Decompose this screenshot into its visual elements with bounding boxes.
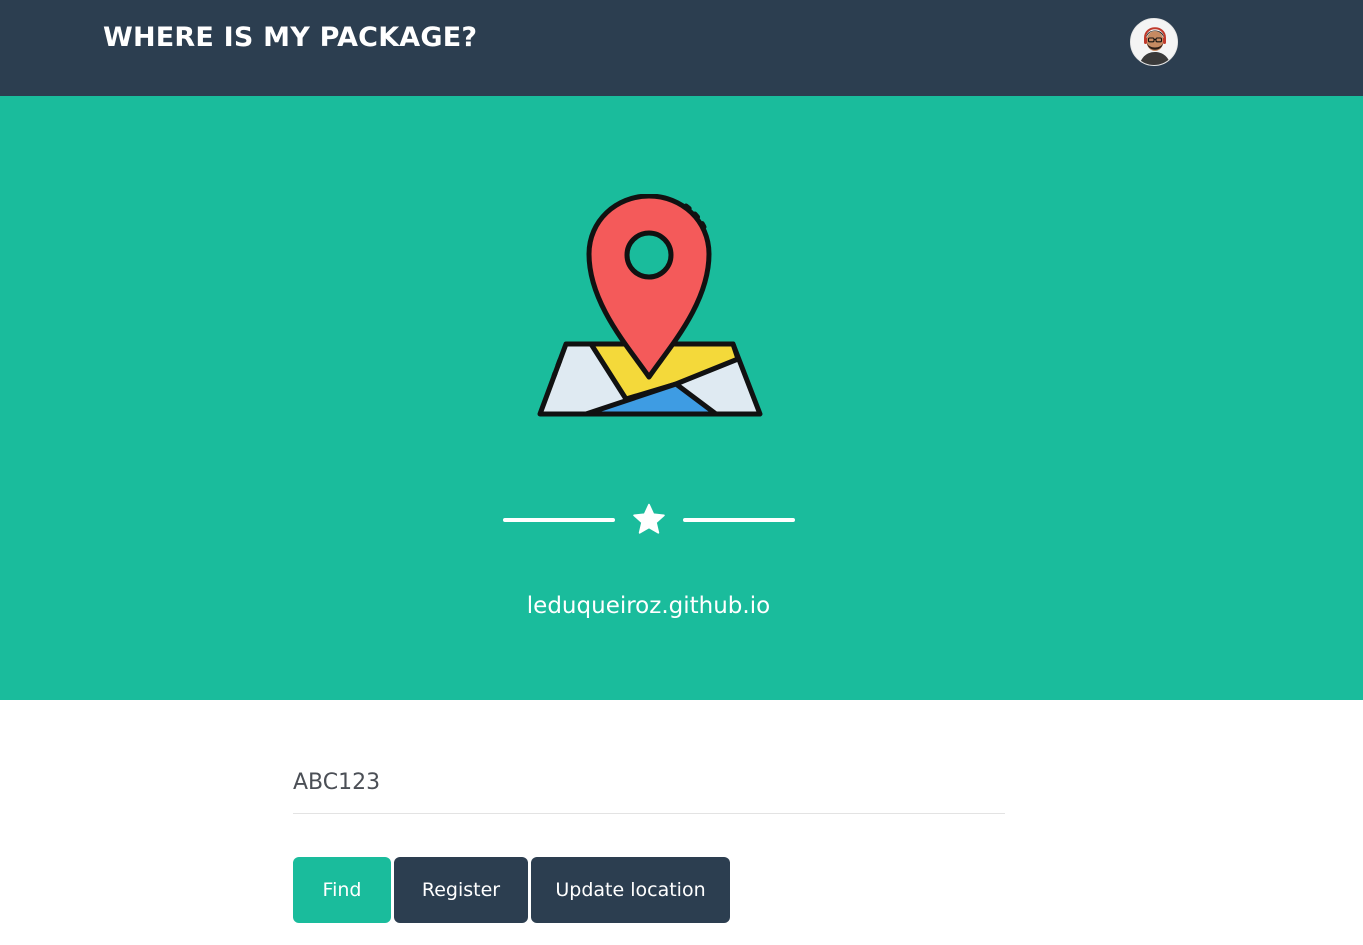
star-icon (633, 503, 665, 534)
divider-line-right (683, 518, 795, 522)
avatar-icon (1131, 19, 1177, 65)
map-location-pin-icon (537, 194, 763, 417)
navbar: WHERE IS MY PACKAGE? (0, 0, 1363, 96)
user-avatar[interactable] (1130, 18, 1178, 66)
find-button[interactable]: Find (293, 857, 391, 923)
button-group: Find Register Update location (293, 857, 733, 923)
star-divider (503, 500, 795, 540)
brand-title[interactable]: WHERE IS MY PACKAGE? (103, 22, 477, 53)
tracking-code-input[interactable] (293, 752, 1005, 814)
tracking-form: FindRegisterUpdate location (293, 752, 1005, 923)
masthead: leduqueiroz.github.io (0, 96, 1363, 700)
update-location-button[interactable]: Update location (531, 857, 730, 923)
register-button[interactable]: Register (394, 857, 528, 923)
divider-line-left (503, 518, 615, 522)
masthead-subheading: leduqueiroz.github.io (526, 593, 771, 619)
